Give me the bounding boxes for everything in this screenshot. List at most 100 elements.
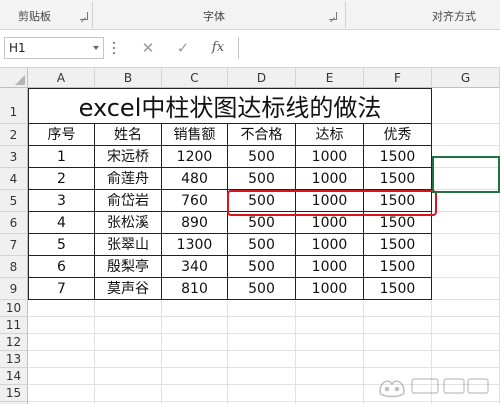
data-cell[interactable]: 3 [28,190,95,212]
cell-empty[interactable] [95,334,162,351]
cell-empty[interactable] [95,317,162,334]
data-cell[interactable]: 480 [162,168,228,190]
data-cell[interactable]: 7 [28,278,95,300]
dialog-launcher-icon[interactable] [329,12,337,20]
cell-empty[interactable] [228,317,296,334]
row-header-1[interactable]: 1 [0,88,28,124]
cell-empty[interactable] [364,317,432,334]
row-header-9[interactable]: 9 [0,278,28,300]
chevron-down-icon[interactable] [93,46,99,50]
cell-empty[interactable] [432,146,500,168]
data-cell[interactable]: 莫声谷 [95,278,162,300]
data-cell[interactable]: 810 [162,278,228,300]
data-cell[interactable]: 殷梨亭 [95,256,162,278]
data-cell[interactable]: 1000 [296,256,364,278]
data-cell[interactable]: 500 [228,212,296,234]
cell-empty[interactable] [28,385,95,402]
data-cell[interactable]: 1200 [162,146,228,168]
data-cell[interactable]: 1000 [296,168,364,190]
cell-empty[interactable] [364,351,432,368]
spreadsheet-grid[interactable]: ABCDEFG 12345678910111213141516 序号姓名销售额不… [0,68,500,404]
column-header-b[interactable]: B [95,68,162,88]
data-cell[interactable]: 1000 [296,234,364,256]
data-cell[interactable]: 1000 [296,212,364,234]
row-header-13[interactable]: 13 [0,351,28,368]
insert-function-icon[interactable]: fx [207,38,229,58]
cell-g1[interactable] [432,88,500,124]
row-header-7[interactable]: 7 [0,234,28,256]
cell-empty[interactable] [296,300,364,317]
cell-empty[interactable] [432,256,500,278]
row-header-12[interactable]: 12 [0,334,28,351]
data-cell[interactable]: 500 [228,168,296,190]
row-header-15[interactable]: 15 [0,385,28,402]
row-header-5[interactable]: 5 [0,190,28,212]
cell-empty[interactable] [432,351,500,368]
cell-empty[interactable] [162,351,228,368]
data-cell[interactable]: 1500 [364,212,432,234]
data-cell[interactable]: 1000 [296,278,364,300]
cell-empty[interactable] [296,334,364,351]
formula-input[interactable] [238,37,500,59]
cell-empty[interactable] [432,168,500,190]
data-cell[interactable]: 1500 [364,256,432,278]
data-cell[interactable]: 张松溪 [95,212,162,234]
row-header-4[interactable]: 4 [0,168,28,190]
data-cell[interactable]: 5 [28,234,95,256]
data-cell[interactable]: 1500 [364,146,432,168]
data-cell[interactable]: 6 [28,256,95,278]
data-cell[interactable]: 1500 [364,190,432,212]
cell-empty[interactable] [296,385,364,402]
sheet-title-cell[interactable]: excel中柱状图达标线的做法 [28,88,432,124]
cell-empty[interactable] [432,212,500,234]
cell-empty[interactable] [95,351,162,368]
data-cell[interactable]: 500 [228,234,296,256]
header-cell[interactable]: 达标 [296,124,364,146]
cell-empty[interactable] [228,300,296,317]
data-cell[interactable]: 500 [228,278,296,300]
data-cell[interactable]: 500 [228,146,296,168]
data-cell[interactable]: 俞莲舟 [95,168,162,190]
row-header-3[interactable]: 3 [0,146,28,168]
cell-empty[interactable] [364,300,432,317]
header-cell[interactable]: 优秀 [364,124,432,146]
column-header-a[interactable]: A [28,68,95,88]
data-cell[interactable]: 1300 [162,234,228,256]
cell-empty[interactable] [296,368,364,385]
cell-empty[interactable] [95,385,162,402]
data-cell[interactable]: 500 [228,190,296,212]
data-cell[interactable]: 1500 [364,278,432,300]
cell-empty[interactable] [228,334,296,351]
data-cell[interactable]: 宋远桥 [95,146,162,168]
column-header-g[interactable]: G [432,68,500,88]
header-cell[interactable]: 姓名 [95,124,162,146]
row-header-2[interactable]: 2 [0,124,28,146]
cell-empty[interactable] [162,334,228,351]
cell-empty[interactable] [432,190,500,212]
data-cell[interactable]: 340 [162,256,228,278]
row-header-10[interactable]: 10 [0,300,28,317]
data-cell[interactable]: 1 [28,146,95,168]
cell-empty[interactable] [95,368,162,385]
data-cell[interactable]: 890 [162,212,228,234]
header-cell[interactable]: 销售额 [162,124,228,146]
drag-handle-icon[interactable] [113,42,116,56]
header-cell[interactable]: 序号 [28,124,95,146]
data-cell[interactable]: 1000 [296,190,364,212]
cell-empty[interactable] [162,317,228,334]
data-cell[interactable]: 俞岱岩 [95,190,162,212]
column-header-e[interactable]: E [296,68,364,88]
row-header-8[interactable]: 8 [0,256,28,278]
enter-icon[interactable]: ✓ [172,38,194,58]
cell-empty[interactable] [28,351,95,368]
data-cell[interactable]: 500 [228,256,296,278]
cell-empty[interactable] [162,300,228,317]
cell-empty[interactable] [28,368,95,385]
row-header-11[interactable]: 11 [0,317,28,334]
column-header-c[interactable]: C [162,68,228,88]
row-header-14[interactable]: 14 [0,368,28,385]
cell-empty[interactable] [162,368,228,385]
cell-empty[interactable] [28,317,95,334]
data-cell[interactable]: 2 [28,168,95,190]
column-header-d[interactable]: D [228,68,296,88]
